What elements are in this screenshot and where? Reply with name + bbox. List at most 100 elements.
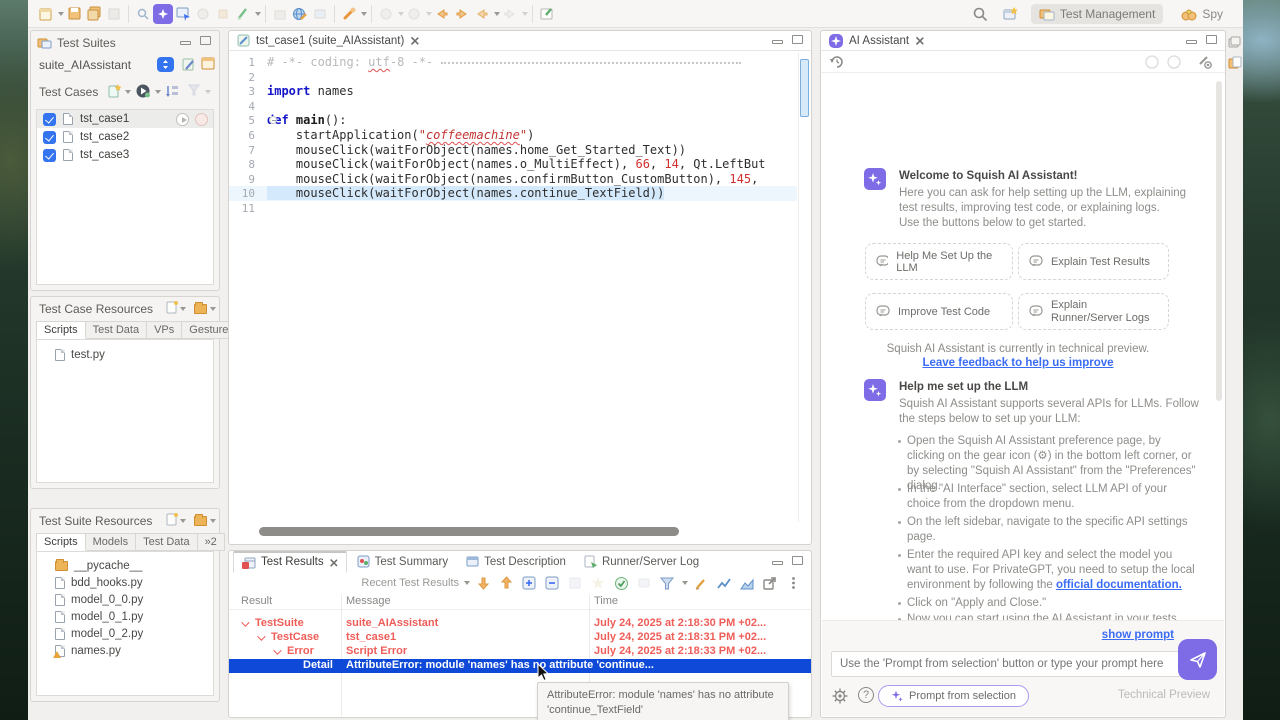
previous-edit-icon[interactable] bbox=[472, 4, 492, 24]
result-row-testcase[interactable]: TestCase tst_case1 July 24, 2025 at 2:18… bbox=[229, 631, 811, 645]
expand-chevron-icon[interactable] bbox=[273, 646, 281, 654]
close-tab-icon[interactable] bbox=[916, 37, 923, 44]
new-testcase-window-icon[interactable] bbox=[201, 56, 216, 76]
close-tab-icon[interactable] bbox=[411, 37, 418, 44]
record-testcase-icon[interactable] bbox=[195, 113, 208, 126]
result-row-detail-selected[interactable]: Detail AttributeError: module 'names' ha… bbox=[229, 659, 811, 673]
minimized-view-icon[interactable] bbox=[1228, 56, 1242, 75]
verify-icon[interactable] bbox=[133, 4, 153, 24]
column-message[interactable]: Message bbox=[346, 595, 391, 607]
filter-caret[interactable] bbox=[682, 581, 688, 585]
recent-results-caret[interactable] bbox=[464, 581, 470, 585]
ai-tab-title[interactable]: AI Assistant bbox=[849, 35, 909, 47]
new-file-icon[interactable] bbox=[165, 300, 179, 320]
expand-chevron-icon[interactable] bbox=[257, 632, 265, 640]
record-test-icon[interactable] bbox=[233, 4, 253, 24]
tab-models[interactable]: Models bbox=[86, 533, 136, 551]
tab-test-data[interactable]: Test Data bbox=[136, 533, 197, 551]
search-icon[interactable] bbox=[971, 4, 991, 24]
minimize-icon[interactable] bbox=[1186, 40, 1197, 44]
help-setup-llm-button[interactable]: Help Me Set Up the LLM bbox=[865, 243, 1013, 280]
verification-passed-icon[interactable] bbox=[611, 573, 631, 593]
run-testcases-icon[interactable] bbox=[135, 83, 151, 104]
open-folder-caret[interactable] bbox=[210, 519, 216, 523]
official-documentation-link[interactable]: official documentation. bbox=[1056, 579, 1182, 591]
help-icon[interactable]: ? bbox=[858, 687, 874, 703]
new-note-icon[interactable] bbox=[537, 4, 557, 24]
feedback-link[interactable]: Leave feedback to help us improve bbox=[821, 357, 1215, 369]
clear-chat-settings-icon[interactable] bbox=[1197, 54, 1213, 75]
expand-chevron-icon[interactable] bbox=[241, 618, 249, 626]
suite-settings-icon[interactable] bbox=[181, 56, 197, 77]
checkbox-checked[interactable] bbox=[43, 113, 56, 126]
prompt-from-selection-button[interactable]: Prompt from selection bbox=[878, 685, 1029, 707]
maximize-icon[interactable] bbox=[792, 35, 803, 44]
collapse-all-icon[interactable] bbox=[542, 573, 562, 593]
new-testsuite-icon[interactable] bbox=[36, 4, 56, 24]
tab-runner-server-log[interactable]: Runner/Server Log bbox=[576, 552, 707, 571]
new-testcase-icon[interactable] bbox=[107, 83, 122, 104]
minimize-icon[interactable] bbox=[772, 40, 783, 44]
tab-overflow[interactable]: »2 bbox=[198, 533, 225, 551]
list-item-model-0-2[interactable]: model_0_2.py bbox=[37, 625, 213, 642]
record-snippet-icon[interactable] bbox=[153, 4, 173, 24]
explain-test-results-button[interactable]: Explain Test Results bbox=[1018, 243, 1169, 280]
open-perspective-icon[interactable] bbox=[1001, 4, 1021, 24]
checkbox-checked[interactable] bbox=[43, 131, 56, 144]
open-folder-icon[interactable] bbox=[194, 513, 207, 531]
chart-icon[interactable] bbox=[714, 573, 734, 593]
perspective-test-management[interactable]: Test Management bbox=[1031, 4, 1163, 24]
previous-failure-icon[interactable] bbox=[496, 573, 516, 593]
annotate-icon[interactable] bbox=[691, 573, 711, 593]
maximize-icon[interactable] bbox=[792, 556, 803, 565]
column-time[interactable]: Time bbox=[594, 595, 618, 607]
editor-tab-title[interactable]: tst_case1 (suite_AIAssistant) bbox=[256, 35, 404, 47]
run-testcase-icon[interactable] bbox=[176, 113, 189, 126]
close-tab-icon[interactable] bbox=[330, 559, 337, 566]
ai-settings-gear-icon[interactable] bbox=[832, 688, 848, 709]
filter-results-icon[interactable] bbox=[657, 573, 677, 593]
list-item-tst-case1[interactable]: tst_case1 bbox=[37, 110, 213, 128]
new-file-caret[interactable] bbox=[180, 519, 186, 523]
save-icon[interactable] bbox=[64, 4, 84, 24]
tab-scripts[interactable]: Scripts bbox=[36, 321, 86, 339]
tab-vps[interactable]: VPs bbox=[147, 321, 182, 339]
list-item-model-0-0[interactable]: model_0_0.py bbox=[37, 591, 213, 608]
list-item-bdd-hooks[interactable]: bdd_hooks.py bbox=[37, 574, 213, 591]
chart-area-icon[interactable] bbox=[737, 573, 757, 593]
editor-vertical-scrollbar[interactable] bbox=[798, 53, 810, 522]
view-menu-icon[interactable] bbox=[783, 573, 803, 593]
suite-selector[interactable]: suite_AIAssistant bbox=[39, 58, 131, 72]
list-item-pycache[interactable]: __pycache__ bbox=[37, 557, 213, 574]
feedback-link-text[interactable]: Leave feedback to help us improve bbox=[922, 357, 1113, 369]
result-row-testsuite[interactable]: TestSuite suite_AIAssistant July 24, 202… bbox=[229, 617, 811, 631]
improve-test-code-button[interactable]: Improve Test Code bbox=[865, 293, 1013, 330]
show-prompt-link[interactable]: show prompt bbox=[1102, 629, 1174, 641]
tab-test-results[interactable]: Test Results bbox=[233, 551, 347, 573]
restore-view-icon[interactable] bbox=[1228, 36, 1241, 54]
tab-test-description[interactable]: Test Description bbox=[458, 552, 574, 571]
column-result[interactable]: Result bbox=[241, 595, 272, 607]
next-failure-icon[interactable] bbox=[473, 573, 493, 593]
new-testcase-caret[interactable] bbox=[125, 90, 131, 94]
ai-scrollbar-thumb[interactable] bbox=[1216, 81, 1222, 401]
new-file-icon[interactable] bbox=[165, 512, 179, 532]
open-folder-caret[interactable] bbox=[210, 307, 216, 311]
scrollbar-thumb[interactable] bbox=[800, 59, 809, 117]
expand-all-icon[interactable] bbox=[519, 573, 539, 593]
export-icon[interactable] bbox=[760, 573, 780, 593]
recent-results-dropdown[interactable]: Recent Test Results bbox=[361, 577, 459, 589]
record-dropdown-caret[interactable] bbox=[255, 12, 261, 16]
sort-az-icon[interactable] bbox=[165, 83, 180, 103]
run-window-icon[interactable] bbox=[173, 4, 193, 24]
run-caret[interactable] bbox=[155, 90, 161, 94]
maximize-icon[interactable] bbox=[1206, 35, 1217, 44]
save-all-icon[interactable] bbox=[84, 4, 104, 24]
suite-combo-icon[interactable] bbox=[157, 57, 174, 72]
minimize-icon[interactable] bbox=[772, 561, 783, 565]
history-icon[interactable] bbox=[829, 54, 845, 75]
list-item-test-py[interactable]: test.py bbox=[37, 346, 213, 363]
open-folder-icon[interactable] bbox=[194, 301, 207, 319]
launch-dropdown-caret[interactable] bbox=[361, 12, 367, 16]
checkbox-checked[interactable] bbox=[43, 149, 56, 162]
